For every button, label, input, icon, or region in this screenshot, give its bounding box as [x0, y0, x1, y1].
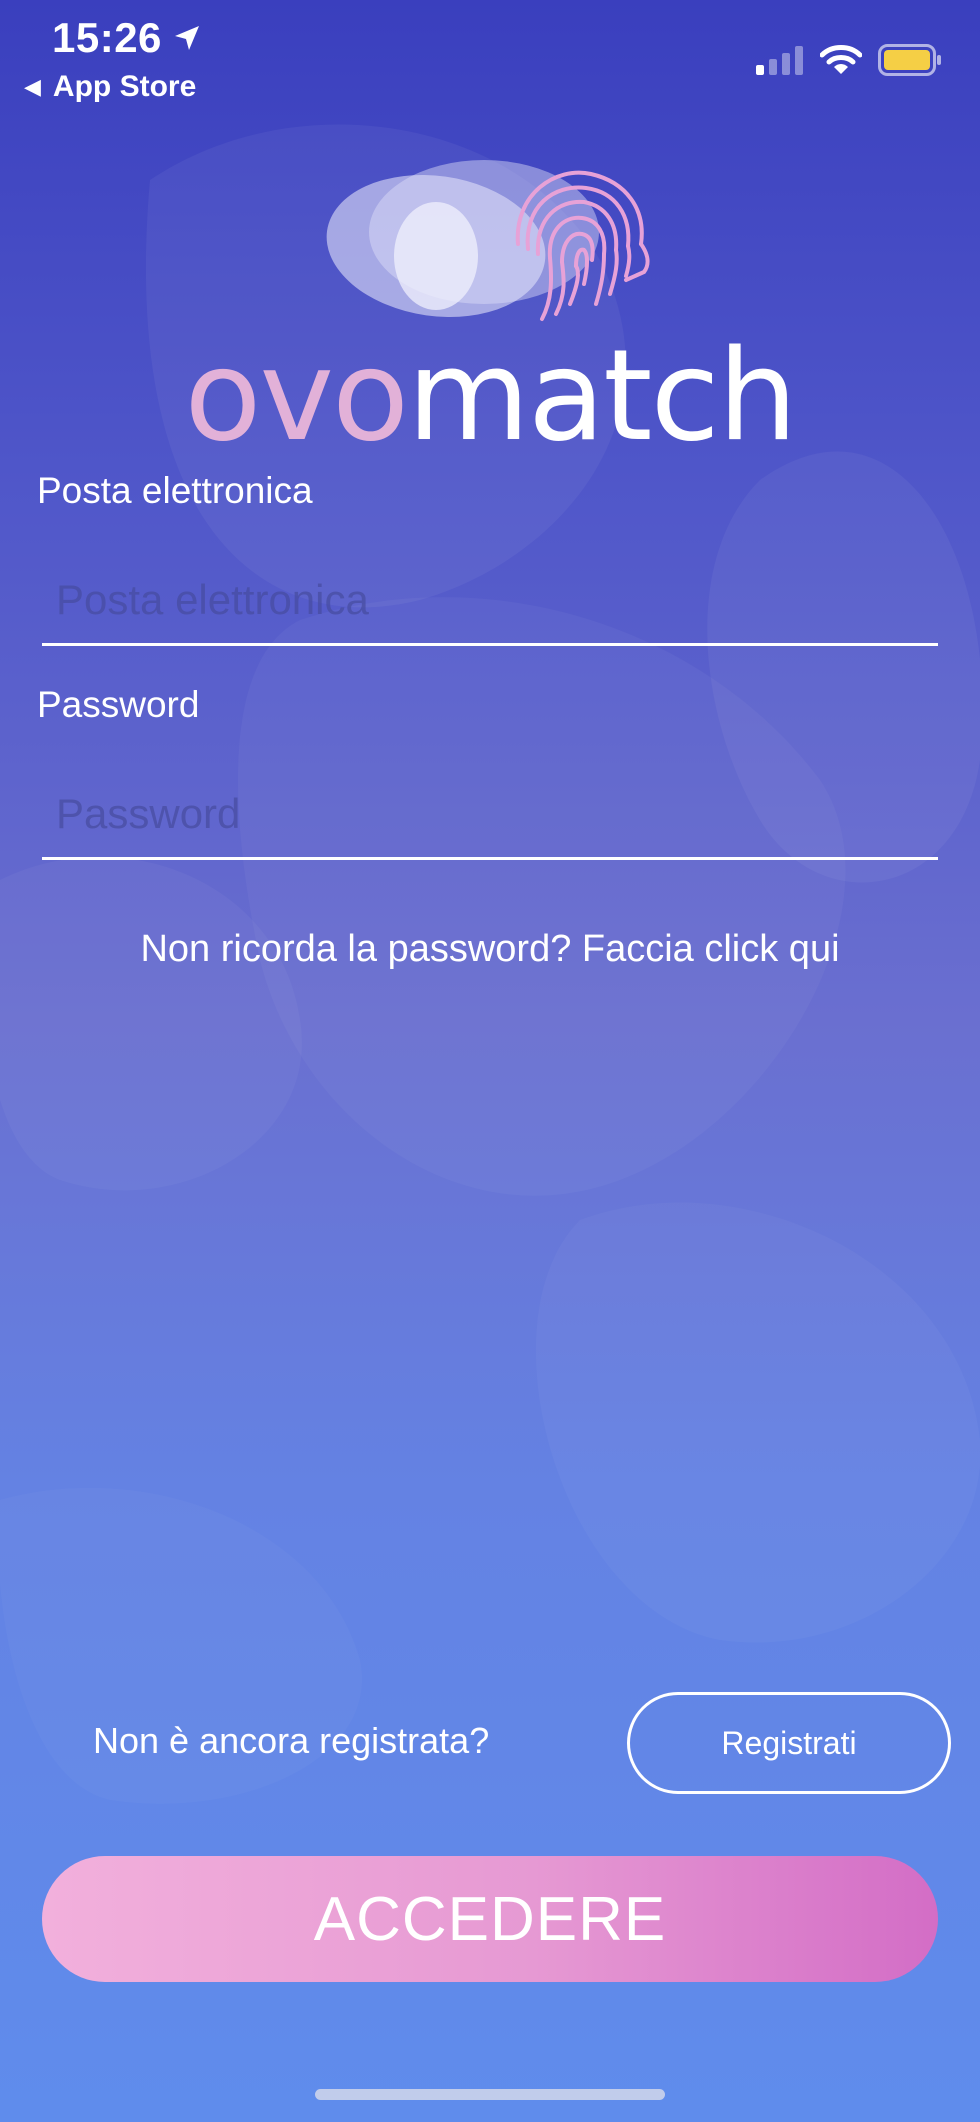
register-button-label: Registrati — [721, 1724, 857, 1761]
forgot-password-link[interactable]: Non ricorda la password? Faccia click qu… — [0, 928, 980, 971]
register-prompt: Non è ancora registrata? — [93, 1720, 490, 1761]
ovomatch-wordmark: ovomatch — [0, 326, 980, 466]
login-button[interactable]: ACCEDERE — [42, 1856, 938, 1982]
email-label: Posta elettronica — [37, 470, 313, 511]
location-arrow-icon — [174, 26, 199, 50]
password-input[interactable] — [42, 770, 938, 860]
password-label: Password — [37, 684, 200, 725]
cellular-signal-icon — [756, 46, 803, 75]
wifi-icon — [820, 45, 862, 74]
login-button-label: ACCEDERE — [313, 1884, 667, 1954]
email-input[interactable] — [42, 556, 938, 646]
register-button[interactable]: Registrati — [627, 1692, 951, 1794]
back-to-app-store[interactable]: ◀ App Store — [24, 70, 196, 104]
ovomatch-logo-icon — [326, 160, 650, 321]
status-icons — [740, 44, 942, 76]
battery-icon — [878, 44, 941, 76]
wordmark-ovo: ovo — [184, 322, 409, 469]
home-indicator[interactable] — [315, 2089, 665, 2100]
time-text: 15:26 — [52, 14, 162, 61]
back-label: App Store — [52, 70, 197, 103]
back-triangle-icon: ◀ — [24, 74, 41, 99]
status-time: 15:26 — [52, 14, 202, 62]
wordmark-match: match — [407, 322, 797, 469]
